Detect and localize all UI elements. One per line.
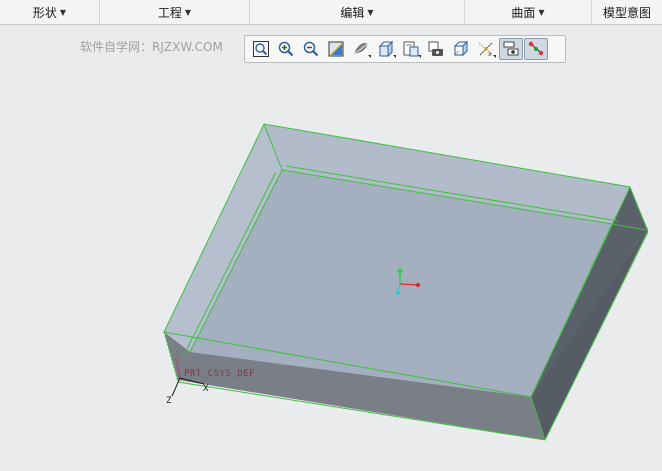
axis-z-label: Z <box>166 396 172 406</box>
axis-x-label: X <box>203 384 209 394</box>
model-viewport[interactable] <box>0 0 662 471</box>
csys-label: PRT_CSYS_DEF <box>184 369 256 379</box>
